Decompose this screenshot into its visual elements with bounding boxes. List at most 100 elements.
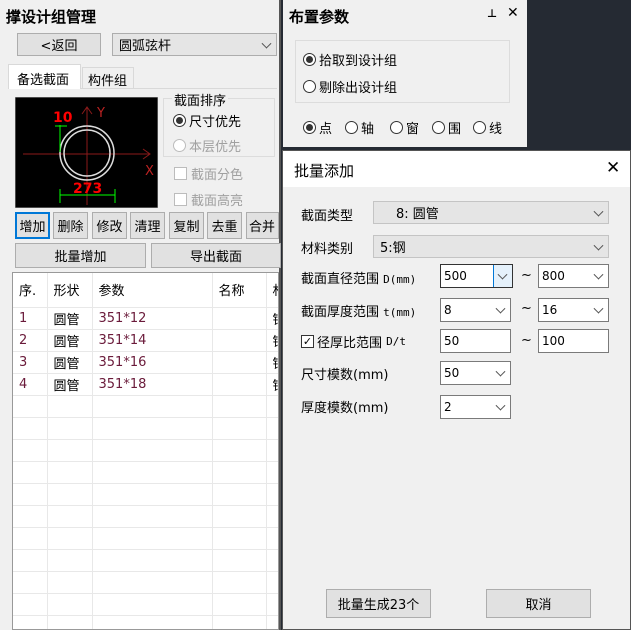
chevron-down-icon [495, 366, 506, 377]
tab-member-groups[interactable]: 构件组 [82, 67, 134, 89]
thickness-from-combo[interactable]: 8 [440, 298, 511, 322]
radio-pick-point[interactable]: 点 [303, 118, 332, 137]
table-cell: 钢 [266, 351, 278, 374]
ratio-checkbox[interactable]: ✓ 径厚比范围 D/t [301, 332, 406, 351]
table-row[interactable]: 4圆管351*18 钢 [13, 373, 278, 396]
batch-generate-button[interactable]: 批量生成23个 [326, 589, 431, 618]
thickness-to-combo[interactable]: 16 [538, 298, 609, 322]
chevron-down-icon [261, 38, 272, 49]
table-cell: 2 [13, 329, 48, 352]
dim-diameter: 273 [73, 181, 102, 197]
table-row[interactable]: 2圆管351*14 钢 [13, 329, 278, 352]
table-cell: 圆管 [47, 307, 93, 330]
empty-row [13, 395, 278, 418]
checkbox-section-color[interactable]: 截面分色 [174, 164, 243, 183]
member-type-select[interactable]: 圆弧弦杆 [112, 33, 277, 56]
empty-row [13, 483, 278, 506]
empty-row [13, 527, 278, 550]
radio-icon [173, 114, 186, 127]
size-modulus-combo[interactable]: 50 [440, 361, 511, 385]
merge-button[interactable]: 合并 [246, 212, 279, 239]
axis-y-label: Y [96, 106, 105, 121]
table-cell: 1 [13, 307, 48, 330]
checkbox-checked-icon: ✓ [301, 335, 314, 348]
size-modulus-label: 尺寸模数(mm) [301, 368, 389, 383]
range-separator: ~ [521, 268, 532, 283]
table-cell: 钢 [266, 329, 278, 352]
empty-row [13, 549, 278, 572]
col-material[interactable]: 材 [266, 273, 278, 308]
empty-row [13, 505, 278, 528]
modify-button[interactable]: 修改 [92, 212, 127, 239]
chevron-down-icon [593, 240, 604, 251]
col-name[interactable]: 名称 [212, 273, 267, 308]
radio-pick-line[interactable]: 线 [473, 118, 502, 137]
empty-row [13, 461, 278, 484]
empty-row [13, 615, 278, 629]
table-cell: 351*18 [92, 373, 213, 396]
batch-add-button[interactable]: 批量增加 [15, 243, 146, 268]
pin-icon[interactable]: ⊥ [487, 7, 497, 20]
clean-button[interactable]: 清理 [130, 212, 165, 239]
delete-button[interactable]: 删除 [53, 212, 88, 239]
radio-pick-window[interactable]: 窗 [390, 118, 419, 137]
member-type-value: 圆弧弦杆 [119, 39, 172, 54]
panel-title: 撑设计组管理 [6, 8, 97, 26]
section-type-select[interactable]: 8: 圆管 [373, 201, 609, 224]
sections-table: 序. 形状 参数 名称 材 1圆管351*12钢2圆管351*14钢3圆管351… [12, 272, 279, 630]
empty-row [13, 571, 278, 594]
checkbox-icon [174, 167, 187, 180]
cancel-button[interactable]: 取消 [486, 589, 591, 618]
table-cell: 351*12 [92, 307, 213, 330]
back-button[interactable]: <返回 [17, 33, 101, 56]
radio-pick-fence[interactable]: 围 [432, 118, 461, 137]
checkbox-section-highlight[interactable]: 截面高亮 [174, 190, 243, 209]
table-cell: 钢 [266, 373, 278, 396]
table-cell: 3 [13, 351, 48, 374]
close-icon[interactable]: ✕ [507, 5, 519, 21]
table-cell: 圆管 [47, 373, 93, 396]
copy-button[interactable]: 复制 [169, 212, 204, 239]
layout-params-title: 布置参数 [289, 8, 350, 26]
radio-remove-from-group[interactable]: 剔除出设计组 [303, 77, 397, 96]
thick-modulus-combo[interactable]: 2 [440, 395, 511, 419]
tab-candidate-sections[interactable]: 备选截面 [8, 64, 81, 89]
add-button[interactable]: 增加 [15, 212, 50, 239]
radio-icon [303, 53, 316, 66]
section-preview: 10 273 Y X [15, 97, 158, 208]
radio-icon [390, 121, 403, 134]
col-index[interactable]: 序. [13, 273, 48, 308]
radio-pick-to-group[interactable]: 拾取到设计组 [303, 50, 397, 69]
layout-params-panel: 布置参数 ⊥ ✕ 拾取到设计组 剔除出设计组 点 轴 窗 围 线 [283, 0, 527, 147]
dedupe-button[interactable]: 去重 [207, 212, 242, 239]
radio-icon [345, 121, 358, 134]
table-row[interactable]: 1圆管351*12 钢 [13, 307, 278, 330]
table-cell [212, 307, 267, 330]
thick-modulus-label: 厚度模数(mm) [301, 401, 389, 416]
table-cell [212, 351, 267, 374]
radio-size-first[interactable]: 尺寸优先 [173, 111, 241, 130]
table-row[interactable]: 3圆管351*16 钢 [13, 351, 278, 374]
radio-icon [173, 139, 186, 152]
export-sections-button[interactable]: 导出截面 [151, 243, 281, 268]
range-separator: ~ [521, 301, 532, 316]
diameter-to-combo[interactable]: 800 [538, 264, 609, 288]
empty-row [13, 593, 278, 616]
table-cell [212, 373, 267, 396]
empty-row [13, 439, 278, 462]
col-shape[interactable]: 形状 [47, 273, 93, 308]
diameter-from-combo[interactable]: 500 [440, 264, 513, 288]
radio-pick-axis[interactable]: 轴 [345, 118, 374, 137]
material-select[interactable]: 5:钢 [373, 235, 609, 258]
chevron-down-icon [593, 206, 604, 217]
close-icon[interactable]: ✕ [606, 158, 620, 178]
dim-thickness: 10 [53, 110, 73, 126]
radio-icon [303, 80, 316, 93]
ratio-to-input[interactable]: 100 [538, 329, 609, 353]
col-params[interactable]: 参数 [92, 273, 213, 308]
ratio-from-input[interactable]: 50 [440, 329, 511, 353]
table-cell: 351*16 [92, 351, 213, 374]
range-separator: ~ [521, 333, 532, 348]
radio-icon [303, 121, 316, 134]
chevron-down-icon [593, 269, 604, 280]
